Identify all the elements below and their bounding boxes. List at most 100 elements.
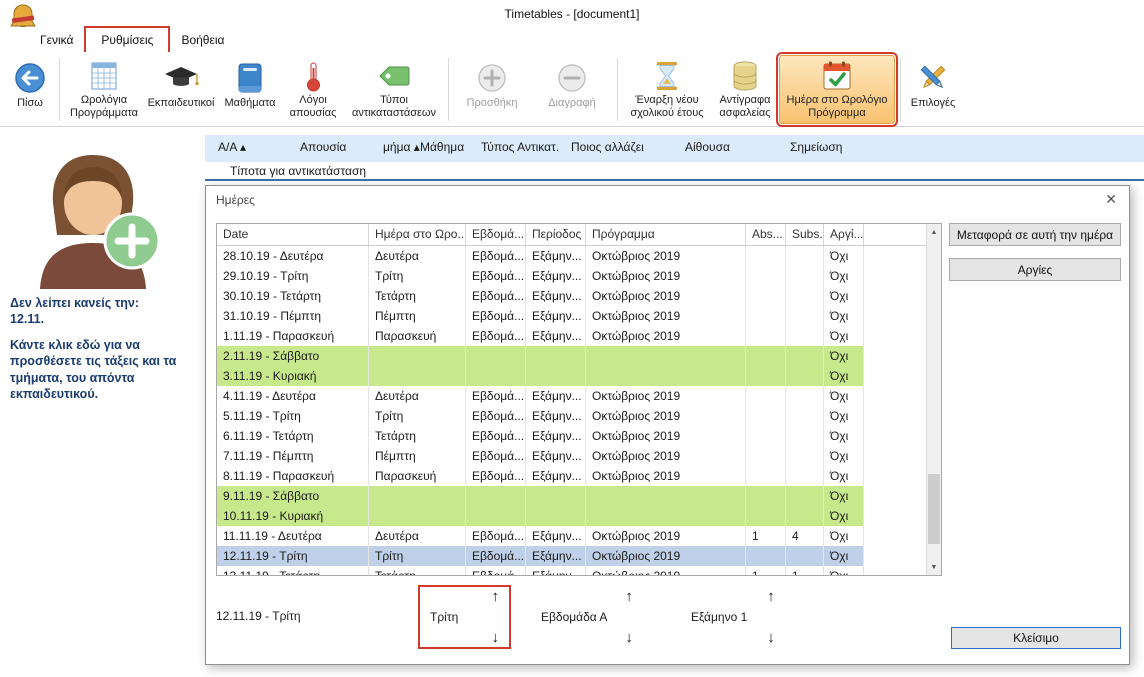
menu-item-help[interactable]: Βοήθεια [167, 29, 238, 51]
day-row[interactable]: 7.11.19 - ΠέμπτηΠέμπτηΕβδομά...Εξάμην...… [217, 446, 864, 466]
toolbar-substitution-types-button[interactable]: Τύποι αντικαταστάσεων [345, 55, 443, 124]
bg-column-header[interactable]: Απουσία [300, 140, 346, 154]
day-cell: Εξάμην... [526, 566, 586, 575]
days-table: DateΗμέρα στο Ωρο...Εβδομά...ΠερίοδοςΠρό… [216, 223, 942, 576]
bg-column-header[interactable]: μήμα ▴ [383, 140, 420, 154]
day-cell [786, 506, 824, 526]
holidays-button[interactable]: Αργίες [949, 258, 1121, 281]
day-cell: Όχι [824, 266, 864, 286]
day-row[interactable]: 5.11.19 - ΤρίτηΤρίτηΕβδομά...Εξάμην...Οκ… [217, 406, 864, 426]
day-cell: Εβδομά... [466, 426, 526, 446]
day-cell [369, 366, 466, 386]
day-row[interactable]: 28.10.19 - ΔευτέραΔευτέραΕβδομά...Εξάμην… [217, 246, 864, 266]
day-cell: Όχι [824, 506, 864, 526]
day-cell: Οκτώβριος 2019 [586, 446, 746, 466]
bg-column-header[interactable]: Ποιος αλλάζει [571, 140, 644, 154]
toolbar-backups-button[interactable]: Αντίγραφα ασφαλείας [711, 55, 779, 124]
day-cell [369, 486, 466, 506]
column-header[interactable]: Date [217, 224, 369, 245]
thermometer-icon [303, 59, 323, 93]
week-spinner-up-icon[interactable]: ↑ [625, 589, 633, 604]
day-row[interactable]: 9.11.19 - ΣάββατοΌχι [217, 486, 864, 506]
day-row[interactable]: 6.11.19 - ΤετάρτηΤετάρτηΕβδομά...Εξάμην.… [217, 426, 864, 446]
day-cell: Όχι [824, 446, 864, 466]
toolbar-back-button[interactable]: Πίσω [6, 55, 54, 124]
day-cell [786, 346, 824, 366]
title-bar: Timetables - [document1] [0, 0, 1144, 27]
bg-column-header[interactable]: Αίθουσα [685, 140, 730, 154]
day-row[interactable]: 8.11.19 - ΠαρασκευήΠαρασκευήΕβδομά...Εξά… [217, 466, 864, 486]
close-button[interactable]: Κλείσιμο [951, 627, 1121, 649]
toolbar-delete-button[interactable]: Διαγραφή [542, 55, 602, 124]
day-row[interactable]: 4.11.19 - ΔευτέραΔευτέραΕβδομά...Εξάμην.… [217, 386, 864, 406]
day-cell [786, 246, 824, 266]
day-spinner-up-icon[interactable]: ↑ [492, 589, 500, 604]
day-cell: Εβδομά... [466, 246, 526, 266]
column-header[interactable]: Αργί... [824, 224, 864, 245]
day-cell: Εξάμην... [526, 306, 586, 326]
toolbar-day-schedule-button[interactable]: Ημέρα στο Ωρολόγιο Πρόγραμμα [779, 55, 895, 124]
menu-item-settings[interactable]: Ρυθμίσεις [87, 29, 167, 51]
day-cell: Εξάμην... [526, 546, 586, 566]
day-cell: 8.11.19 - Παρασκευή [217, 466, 369, 486]
bg-column-header[interactable]: Μάθημα [420, 140, 464, 154]
day-cell: Εβδομά... [466, 526, 526, 546]
day-row[interactable]: 2.11.19 - ΣάββατοΌχι [217, 346, 864, 366]
toolbar-absence-reasons-button[interactable]: Λόγοι απουσίας [281, 55, 345, 124]
period-spinner-up-icon[interactable]: ↑ [767, 589, 775, 604]
toolbar-lessons-button[interactable]: Μαθήματα [219, 55, 281, 124]
period-spinner: Εξάμηνο 1 ↑ ↓ [691, 586, 775, 648]
toolbar-options-button[interactable]: Επιλογές [906, 55, 960, 124]
menu-item-general[interactable]: Γενικά [26, 29, 87, 51]
day-row[interactable]: 30.10.19 - ΤετάρτηΤετάρτηΕβδομά...Εξάμην… [217, 286, 864, 306]
toolbar-timetables-button[interactable]: Ωρολόγια Προγράμματα [65, 55, 143, 124]
day-row[interactable]: 11.11.19 - ΔευτέραΔευτέραΕβδομά...Εξάμην… [217, 526, 864, 546]
toolbar-label: Διαγραφή [548, 97, 596, 110]
day-row[interactable]: 10.11.19 - ΚυριακήΌχι [217, 506, 864, 526]
day-cell: Οκτώβριος 2019 [586, 526, 746, 546]
bg-column-header[interactable]: Τύπος Αντικατ. [481, 140, 559, 154]
day-row[interactable]: 29.10.19 - ΤρίτηΤρίτηΕβδομά...Εξάμην...Ο… [217, 266, 864, 286]
day-cell [746, 406, 786, 426]
period-spinner-value: Εξάμηνο 1 [691, 610, 747, 624]
period-spinner-down-icon[interactable]: ↓ [767, 630, 775, 645]
day-row[interactable]: 3.11.19 - ΚυριακήΌχι [217, 366, 864, 386]
absent-teacher-avatar[interactable] [18, 137, 168, 292]
column-header[interactable]: Subs... [786, 224, 824, 245]
scroll-down-icon[interactable]: ▼ [927, 559, 941, 575]
day-spinner-down-icon[interactable]: ↓ [492, 630, 500, 645]
bg-column-header[interactable]: A/A ▴ [218, 140, 246, 154]
sidebar-hint-text[interactable]: Κάντε κλικ εδώ για να προσθέσετε τις τάξ… [10, 337, 190, 402]
day-cell: Οκτώβριος 2019 [586, 326, 746, 346]
toolbar-add-button[interactable]: Προσθήκη [462, 55, 522, 124]
day-row[interactable]: 13.11.19 - ΤετάρτηΤετάρτηΕβδομά...Εξάμην… [217, 566, 864, 575]
day-row[interactable]: 12.11.19 - ΤρίτηΤρίτηΕβδομά...Εξάμην...Ο… [217, 546, 864, 566]
day-cell: Όχι [824, 286, 864, 306]
pencils-icon [917, 59, 949, 96]
day-row[interactable]: 31.10.19 - ΠέμπτηΠέμπτηΕβδομά...Εξάμην..… [217, 306, 864, 326]
day-row[interactable]: 1.11.19 - ΠαρασκευήΠαρασκευήΕβδομά...Εξά… [217, 326, 864, 346]
scrollbar-thumb[interactable] [928, 474, 940, 544]
day-cell: Οκτώβριος 2019 [586, 426, 746, 446]
toolbar-teachers-button[interactable]: Εκπαιδευτικοί [143, 55, 219, 124]
day-cell [369, 346, 466, 366]
transfer-to-day-button[interactable]: Μεταφορά σε αυτή την ημέρα [949, 223, 1121, 246]
toolbar-new-school-year-button[interactable]: Έναρξη νέου σχολικού έτους [623, 55, 711, 124]
column-header[interactable]: Πρόγραμμα [586, 224, 746, 245]
day-cell [586, 506, 746, 526]
week-spinner-down-icon[interactable]: ↓ [625, 630, 633, 645]
column-header[interactable]: Εβδομά... [466, 224, 526, 245]
vertical-scrollbar[interactable]: ▲ ▼ [926, 224, 941, 575]
bg-column-header[interactable]: Σημείωση [790, 140, 842, 154]
week-spinner-value: Εβδομάδα Α [541, 610, 607, 624]
column-header[interactable]: Abs... [746, 224, 786, 245]
day-cell: Οκτώβριος 2019 [586, 266, 746, 286]
scroll-up-icon[interactable]: ▲ [927, 224, 941, 240]
dialog-close-icon[interactable]: ✕ [1105, 191, 1117, 208]
day-cell [746, 366, 786, 386]
day-cell: 11.11.19 - Δευτέρα [217, 526, 369, 546]
day-cell: Οκτώβριος 2019 [586, 546, 746, 566]
column-header[interactable]: Περίοδος [526, 224, 586, 245]
day-cell: Εξάμην... [526, 386, 586, 406]
column-header[interactable]: Ημέρα στο Ωρο... [369, 224, 466, 245]
